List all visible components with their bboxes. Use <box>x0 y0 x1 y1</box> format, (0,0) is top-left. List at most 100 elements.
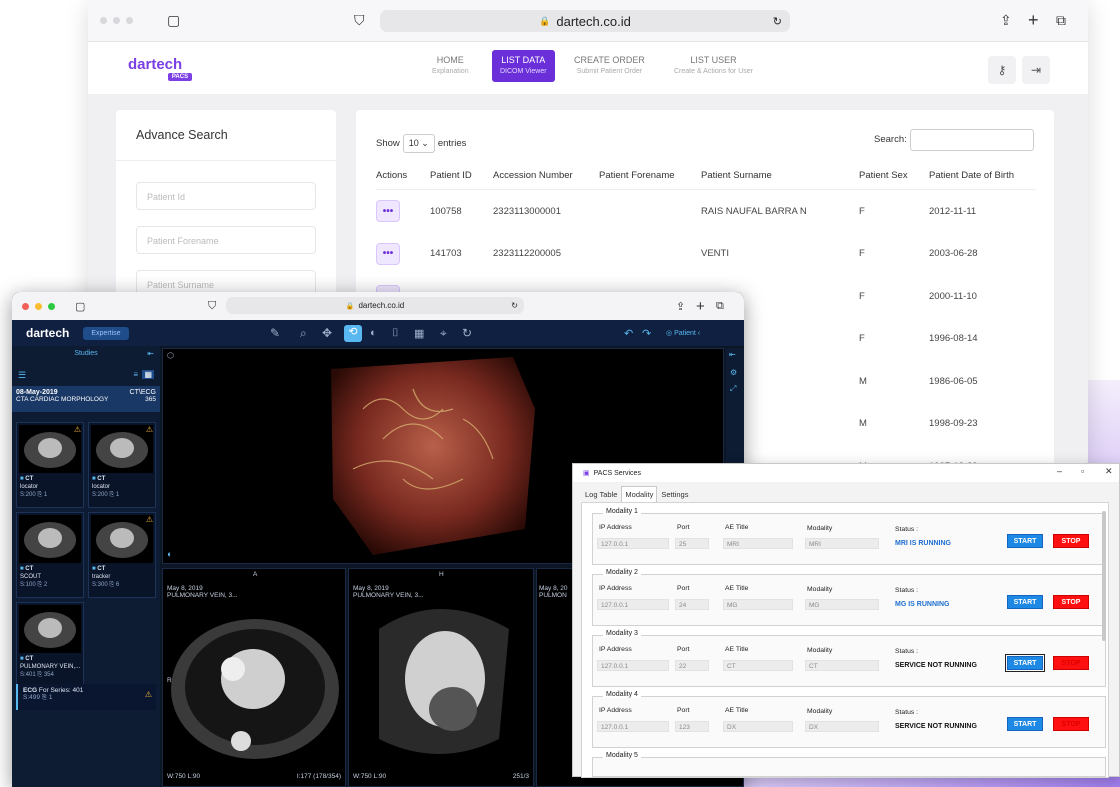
address-bar[interactable]: 🔒 dartech.co.id ↻ <box>380 10 790 32</box>
series-thumbnail[interactable]: ⚠ ■ CT locator S:200 ⎘ 1 <box>16 422 84 508</box>
start-button[interactable]: START <box>1007 717 1043 731</box>
patient-toggle[interactable]: ◎ Patient ‹ <box>666 329 700 337</box>
nav-home[interactable]: HOME Explanation <box>424 50 477 82</box>
expand-icon[interactable]: ⇤ <box>729 350 736 359</box>
patient-id-field[interactable]: Patient Id <box>136 182 316 210</box>
sidebar-icon[interactable]: ▢ <box>167 12 180 29</box>
table-header: Actions Patient ID Accession Number Pati… <box>376 162 1036 190</box>
nav-list-data[interactable]: LIST DATA DICOM Viewer <box>492 50 555 82</box>
col-sex[interactable]: Patient Sex <box>859 170 929 181</box>
reload-icon[interactable]: ↻ <box>511 301 518 310</box>
ip-field[interactable]: 127.0.0.1 <box>597 599 669 610</box>
ae-title-field[interactable]: MG <box>723 599 793 610</box>
modality-field[interactable]: MRI <box>805 538 879 549</box>
start-button[interactable]: START <box>1007 534 1043 548</box>
actions-button[interactable]: ••• <box>376 242 400 265</box>
entries-select[interactable]: 10 ⌄ <box>402 134 435 153</box>
ae-title-field[interactable]: DX <box>723 721 793 732</box>
start-button[interactable]: START <box>1007 595 1043 609</box>
stop-button[interactable]: STOP <box>1053 595 1089 609</box>
logout-icon[interactable]: ⇥ <box>1022 56 1050 84</box>
nav-list-user[interactable]: LIST USER Create & Actions for User <box>666 50 761 82</box>
gear-icon[interactable]: ⚙ <box>730 368 737 377</box>
camera-icon[interactable]: ⌷ <box>392 327 399 340</box>
maximize-dot[interactable] <box>48 302 55 310</box>
share-icon[interactable]: ⇪ <box>676 300 685 313</box>
ip-field[interactable]: 127.0.0.1 <box>597 660 669 671</box>
start-button[interactable]: START <box>1005 654 1045 672</box>
port-field[interactable]: 25 <box>675 538 709 549</box>
tab-settings[interactable]: Settings <box>657 486 692 503</box>
maximize-dot[interactable] <box>126 17 133 24</box>
col-dob[interactable]: Patient Date of Birth <box>929 170 1029 181</box>
contrast-icon[interactable]: ◐ <box>370 327 377 339</box>
modality-field[interactable]: DX <box>805 721 879 732</box>
tabs-overview-icon[interactable]: ⧉ <box>716 300 724 313</box>
stop-button[interactable]: STOP <box>1053 534 1089 548</box>
settings-icon[interactable]: ☰ <box>18 370 26 381</box>
tab-modality[interactable]: Modality <box>621 486 658 503</box>
col-surname[interactable]: Patient Surname <box>701 170 859 181</box>
maximize-icon[interactable]: ▫ <box>1081 466 1084 476</box>
stop-button[interactable]: STOP <box>1053 656 1089 670</box>
port-field[interactable]: 24 <box>675 599 709 610</box>
share-icon[interactable]: ⇪ <box>1000 12 1012 29</box>
viewport-coronal[interactable]: May 8, 2019 PULMONARY VEIN, 3... H W:750 … <box>348 568 534 787</box>
col-accession[interactable]: Accession Number <box>493 170 599 181</box>
new-tab-icon[interactable]: + <box>1028 10 1039 31</box>
close-icon[interactable]: ✕ <box>1105 466 1113 477</box>
tab-log-table[interactable]: Log Table <box>581 486 621 503</box>
patient-forename-field[interactable]: Patient Forename <box>136 226 316 254</box>
collapse-icon[interactable]: ⇤ <box>147 349 154 358</box>
col-forename[interactable]: Patient Forename <box>599 170 701 181</box>
cube-icon[interactable]: ⬡ <box>167 351 174 360</box>
ip-field[interactable]: 127.0.0.1 <box>597 721 669 732</box>
close-dot[interactable] <box>22 302 29 310</box>
series-thumbnail[interactable]: ■ CT SCOUT S:100 ⎘ 2 <box>16 512 84 598</box>
modality-field[interactable]: MG <box>805 599 879 610</box>
viewport-axial[interactable]: May 8, 2019 PULMONARY VEIN, 3... A R W:75… <box>162 568 346 787</box>
zoom-icon[interactable]: ⌕ <box>300 326 307 341</box>
series-thumbnail[interactable]: ⚠ ■ CT locator S:200 ⎘ 1 <box>88 422 156 508</box>
dartech-logo[interactable]: dartech PACS <box>128 56 192 81</box>
col-patient-id[interactable]: Patient ID <box>430 170 493 181</box>
key-icon[interactable]: ⚷ <box>988 56 1016 84</box>
pan-icon[interactable]: ✥ <box>322 326 332 340</box>
scrollbar[interactable] <box>1102 511 1106 641</box>
viewer-logo[interactable]: dartech <box>26 326 69 340</box>
tabs-overview-icon[interactable]: ⧉ <box>1056 12 1066 29</box>
actions-button[interactable]: ••• <box>376 200 400 223</box>
series-thumbnail[interactable]: ■ CT PULMONARY VEIN,... S:401 ⎘ 354 <box>16 602 84 688</box>
sidebar-icon[interactable]: ▢ <box>75 300 85 313</box>
crosshair-icon[interactable]: ⌖ <box>440 326 447 341</box>
ecg-series[interactable]: ECG For Series: 401 S:499 ⎘ 1 ⚠ <box>16 684 156 710</box>
study-header[interactable]: 08-May-2019 CT\ECG CTA CARDIAC MORPHOLOGY… <box>12 386 160 412</box>
close-dot[interactable] <box>100 17 107 24</box>
reset-icon[interactable]: ↻ <box>462 326 472 340</box>
list-view-icon[interactable]: ≡ <box>133 370 138 379</box>
grid-view-icon[interactable]: ▦ <box>142 370 154 379</box>
3d-rotate-icon[interactable]: ⟲ <box>344 325 362 342</box>
minimize-dot[interactable] <box>35 302 42 310</box>
new-tab-icon[interactable]: + <box>696 298 705 315</box>
pencil-icon[interactable]: ✎ <box>270 326 280 340</box>
modality-field[interactable]: CT <box>805 660 879 671</box>
reload-icon[interactable]: ↻ <box>773 15 782 28</box>
series-thumbnail[interactable]: ⚠ ■ CT tracker S:300 ⎘ 6 <box>88 512 156 598</box>
address-bar[interactable]: 🔒 dartech.co.id ↻ <box>226 297 524 314</box>
nav-create-order[interactable]: CREATE ORDER Submit Patient Order <box>566 50 653 82</box>
layout-icon[interactable]: ▦ <box>414 327 424 340</box>
maximize-icon[interactable]: ⤢ <box>730 384 736 394</box>
undo-icon[interactable]: ↶ <box>624 327 633 340</box>
minimize-icon[interactable]: – <box>1057 466 1062 476</box>
ae-title-field[interactable]: CT <box>723 660 793 671</box>
port-field[interactable]: 22 <box>675 660 709 671</box>
stop-button[interactable]: STOP <box>1053 717 1089 731</box>
ae-title-field[interactable]: MRI <box>723 538 793 549</box>
table-search-input[interactable] <box>910 129 1034 151</box>
minimize-dot[interactable] <box>113 17 120 24</box>
ip-field[interactable]: 127.0.0.1 <box>597 538 669 549</box>
port-field[interactable]: 123 <box>675 721 709 732</box>
redo-icon[interactable]: ↷ <box>642 327 651 340</box>
expertise-badge[interactable]: Expertise <box>83 326 129 340</box>
